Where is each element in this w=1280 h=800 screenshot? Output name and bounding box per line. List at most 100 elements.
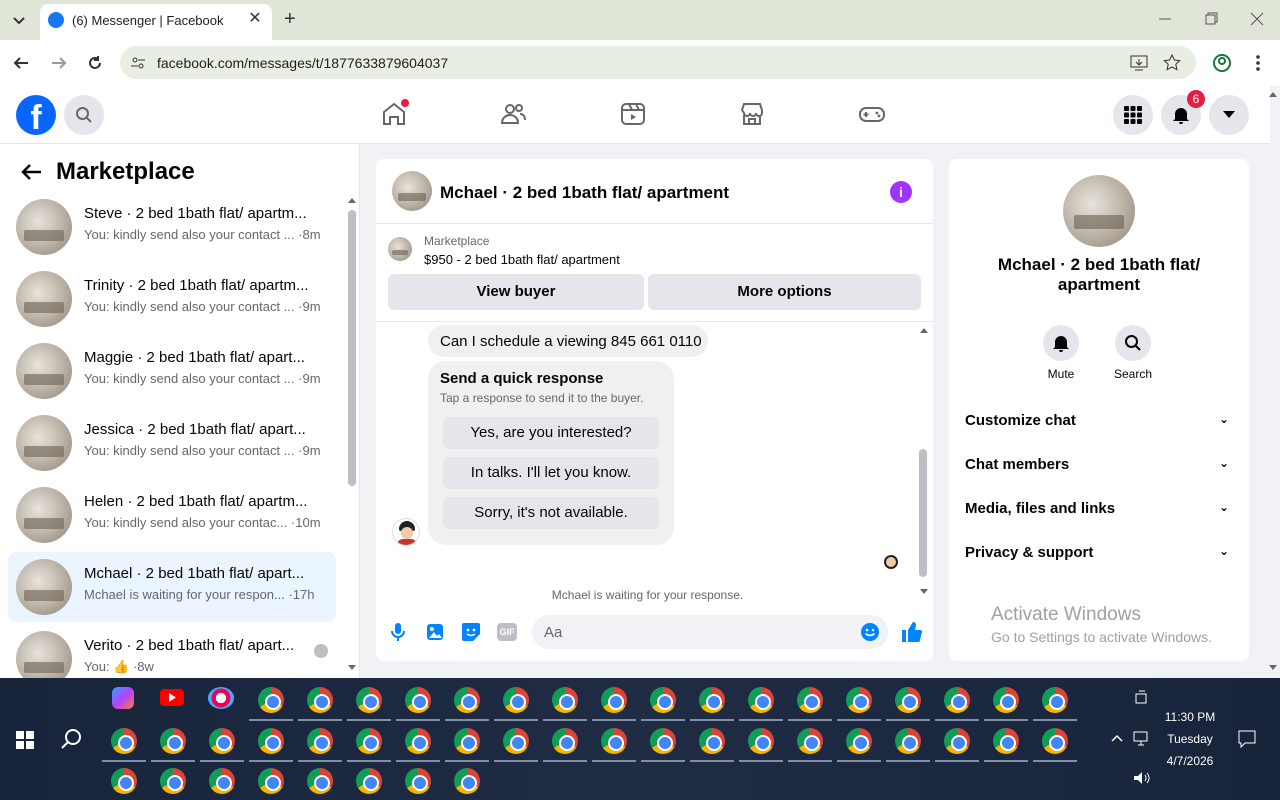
taskbar-search-icon[interactable] bbox=[61, 728, 83, 750]
facebook-logo-icon[interactable]: f bbox=[16, 95, 56, 135]
chrome-taskbar-icon[interactable] bbox=[494, 728, 538, 762]
chrome-taskbar-icon[interactable] bbox=[356, 768, 382, 794]
chrome-taskbar-icon[interactable] bbox=[543, 687, 587, 721]
nav-home-icon[interactable] bbox=[380, 99, 409, 128]
menu-grid-button[interactable] bbox=[1113, 95, 1153, 135]
bookmark-star-icon[interactable] bbox=[1163, 54, 1181, 72]
conversation-item[interactable]: Helen · 2 bed 1bath flat/ apartm... You:… bbox=[8, 480, 336, 550]
quick-reply-not-available[interactable]: Sorry, it's not available. bbox=[443, 497, 659, 529]
back-arrow-icon[interactable] bbox=[12, 54, 30, 72]
chat-members-row[interactable]: Chat members ⌄ bbox=[965, 456, 1233, 473]
sticker-icon[interactable] bbox=[461, 622, 481, 642]
scroll-up-arrow-icon[interactable] bbox=[347, 196, 357, 204]
chrome-taskbar-icon[interactable] bbox=[641, 687, 685, 721]
conversation-item[interactable]: Jessica · 2 bed 1bath flat/ apart... You… bbox=[8, 408, 336, 478]
chrome-taskbar-icon[interactable] bbox=[788, 728, 832, 762]
chrome-taskbar-icon[interactable] bbox=[592, 687, 636, 721]
chrome-taskbar-icon[interactable] bbox=[690, 728, 734, 762]
chat-listing-avatar[interactable] bbox=[392, 171, 432, 211]
emoji-icon[interactable] bbox=[860, 622, 880, 642]
chrome-taskbar-icon[interactable] bbox=[298, 728, 342, 762]
gif-icon[interactable]: GIF bbox=[497, 623, 517, 641]
conversation-item-active[interactable]: Mchael · 2 bed 1bath flat/ apart... Mcha… bbox=[8, 552, 336, 622]
reload-icon[interactable] bbox=[86, 54, 104, 72]
page-scroll-down-icon[interactable] bbox=[1268, 664, 1278, 672]
nav-friends-icon[interactable] bbox=[499, 100, 527, 128]
chrome-taskbar-icon[interactable] bbox=[984, 687, 1028, 721]
chrome-taskbar-icon[interactable] bbox=[1033, 687, 1077, 721]
chat-scroll-down-icon[interactable] bbox=[919, 588, 929, 596]
minimize-icon[interactable] bbox=[1158, 12, 1172, 26]
like-thumb-icon[interactable] bbox=[900, 621, 922, 643]
nav-video-icon[interactable] bbox=[619, 100, 647, 128]
chrome-taskbar-icon[interactable] bbox=[739, 728, 783, 762]
fb-search-button[interactable] bbox=[64, 95, 104, 135]
chrome-taskbar-icon[interactable] bbox=[454, 768, 480, 794]
copilot-icon[interactable] bbox=[112, 687, 134, 709]
tab-close-icon[interactable]: ✕ bbox=[246, 10, 264, 28]
chrome-taskbar-icon[interactable] bbox=[111, 768, 137, 794]
youtube-icon[interactable] bbox=[160, 689, 184, 706]
chrome-taskbar-icon[interactable] bbox=[151, 728, 195, 762]
more-options-button[interactable]: More options bbox=[648, 274, 921, 310]
chrome-taskbar-icon[interactable] bbox=[258, 768, 284, 794]
install-app-icon[interactable] bbox=[1130, 54, 1148, 72]
chrome-taskbar-icon[interactable] bbox=[347, 687, 391, 721]
chrome-taskbar-icon[interactable] bbox=[739, 687, 783, 721]
chrome-taskbar-icon[interactable] bbox=[690, 687, 734, 721]
window-close-icon[interactable] bbox=[1250, 12, 1264, 26]
sidebar-scrollbar[interactable] bbox=[348, 210, 356, 486]
clock-time[interactable]: 11:30 PM bbox=[1156, 710, 1224, 724]
chrome-taskbar-icon[interactable] bbox=[494, 687, 538, 721]
chrome-taskbar-icon[interactable] bbox=[935, 687, 979, 721]
chrome-taskbar-icon[interactable] bbox=[641, 728, 685, 762]
new-tab-icon[interactable]: + bbox=[284, 9, 302, 29]
chrome-taskbar-icon[interactable] bbox=[935, 728, 979, 762]
view-buyer-button[interactable]: View buyer bbox=[388, 274, 644, 310]
site-settings-icon[interactable] bbox=[130, 55, 146, 71]
profile-icon[interactable] bbox=[1212, 53, 1232, 73]
chrome-taskbar-icon[interactable] bbox=[307, 768, 333, 794]
browser-tab-messenger[interactable]: (6) Messenger | Facebook ✕ bbox=[40, 4, 272, 40]
page-scroll-up-icon[interactable] bbox=[1268, 90, 1278, 98]
privacy-support-row[interactable]: Privacy & support ⌄ bbox=[965, 544, 1233, 561]
chrome-taskbar-icon[interactable] bbox=[984, 728, 1028, 762]
forward-arrow-icon[interactable] bbox=[50, 54, 68, 72]
chrome-taskbar-icon[interactable] bbox=[837, 728, 881, 762]
chat-scroll-up-icon[interactable] bbox=[919, 326, 929, 334]
restore-icon[interactable] bbox=[1204, 12, 1218, 26]
chrome-taskbar-icon[interactable] bbox=[347, 728, 391, 762]
message-input[interactable]: Aa bbox=[532, 615, 888, 649]
quick-reply-in-talks[interactable]: In talks. I'll let you know. bbox=[443, 457, 659, 489]
browser-menu-icon[interactable] bbox=[1250, 53, 1266, 73]
quick-reply-interested[interactable]: Yes, are you interested? bbox=[443, 417, 659, 449]
microphone-icon[interactable] bbox=[390, 622, 406, 642]
chrome-taskbar-icon[interactable] bbox=[592, 728, 636, 762]
clock-date[interactable]: 4/7/2026 bbox=[1156, 754, 1224, 768]
account-menu-button[interactable] bbox=[1209, 95, 1249, 135]
chrome-taskbar-icon[interactable] bbox=[102, 728, 146, 762]
chrome-taskbar-icon[interactable] bbox=[445, 687, 489, 721]
search-in-chat-button[interactable]: Search bbox=[1098, 325, 1168, 381]
chrome-taskbar-icon[interactable] bbox=[209, 768, 235, 794]
nav-gaming-icon[interactable] bbox=[858, 100, 886, 128]
conversation-item[interactable]: Maggie · 2 bed 1bath flat/ apart... You:… bbox=[8, 336, 336, 406]
customize-chat-row[interactable]: Customize chat ⌄ bbox=[965, 412, 1233, 429]
message-bubble[interactable]: Can I schedule a viewing 845 661 0110 bbox=[428, 325, 708, 357]
chrome-taskbar-icon[interactable] bbox=[249, 728, 293, 762]
chrome-taskbar-icon[interactable] bbox=[396, 687, 440, 721]
tab-list-chevron-icon[interactable] bbox=[10, 11, 28, 29]
chrome-taskbar-icon[interactable] bbox=[200, 728, 244, 762]
chrome-taskbar-icon[interactable] bbox=[886, 728, 930, 762]
listing-price[interactable]: $950 - 2 bed 1bath flat/ apartment bbox=[424, 252, 620, 267]
chrome-taskbar-icon[interactable] bbox=[160, 768, 186, 794]
app-icon[interactable] bbox=[208, 687, 234, 709]
scroll-down-arrow-icon[interactable] bbox=[347, 664, 357, 672]
chrome-taskbar-icon[interactable] bbox=[837, 687, 881, 721]
media-files-links-row[interactable]: Media, files and links ⌄ bbox=[965, 500, 1233, 517]
conversation-item[interactable]: Verito · 2 bed 1bath flat/ apart... You:… bbox=[8, 624, 336, 678]
clock-day[interactable]: Tuesday bbox=[1156, 732, 1224, 746]
address-bar[interactable]: facebook.com/messages/t/1877633879604037 bbox=[120, 46, 1196, 79]
nav-marketplace-icon[interactable] bbox=[738, 100, 766, 128]
windows-start-icon[interactable] bbox=[16, 731, 34, 749]
